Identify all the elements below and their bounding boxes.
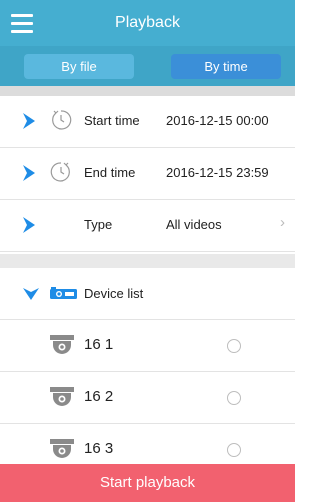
- clock-icon: [50, 162, 70, 182]
- device-row[interactable]: 16 2: [0, 372, 295, 424]
- device-select-radio[interactable]: [227, 339, 241, 353]
- device-name: 16 2: [84, 388, 114, 405]
- type-value: All videos: [166, 217, 222, 232]
- device-select-radio[interactable]: [227, 443, 241, 457]
- type-label: Type: [84, 217, 113, 232]
- dome-camera-icon: [50, 439, 74, 458]
- dome-camera-icon: [50, 335, 74, 354]
- device-select-radio[interactable]: [227, 391, 241, 405]
- chevron-down-icon: [23, 288, 39, 300]
- device-name: 16 3: [84, 440, 114, 457]
- tab-by-file[interactable]: By file: [24, 54, 134, 79]
- section-divider: [0, 254, 295, 268]
- start-time-row[interactable]: Start time 2016-12-15 00:00: [0, 96, 295, 148]
- start-time-label: Start time: [84, 113, 140, 128]
- device-list-header[interactable]: Device list: [0, 268, 295, 320]
- chevron-right-icon: [23, 217, 35, 233]
- dome-camera-icon: [50, 387, 74, 406]
- end-time-row[interactable]: End time 2016-12-15 23:59: [0, 148, 295, 200]
- clock-icon: [52, 110, 72, 130]
- page-title: Playback: [115, 14, 180, 31]
- device-camera-icon: [50, 287, 77, 299]
- device-name: 16 1: [84, 336, 114, 353]
- chevron-right-icon: [23, 113, 35, 129]
- type-row[interactable]: Type All videos ›: [0, 200, 295, 252]
- disclosure-arrow-icon: ›: [280, 214, 285, 231]
- device-list-label: Device list: [84, 286, 144, 301]
- end-time-value: 2016-12-15 23:59: [166, 165, 269, 180]
- start-playback-button[interactable]: Start playback: [0, 464, 295, 502]
- start-time-value: 2016-12-15 00:00: [166, 113, 269, 128]
- chevron-right-icon: [23, 165, 35, 181]
- end-time-label: End time: [84, 165, 136, 180]
- header-bar: Playback: [0, 0, 295, 46]
- device-row[interactable]: 16 1: [0, 320, 295, 372]
- tab-by-time[interactable]: By time: [171, 54, 281, 79]
